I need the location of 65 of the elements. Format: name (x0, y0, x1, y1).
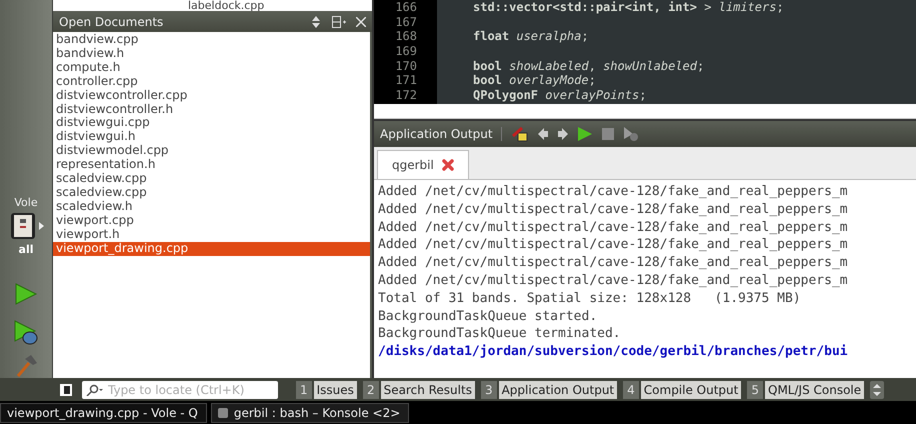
search-icon (86, 384, 104, 396)
document-item[interactable]: controller.cpp (53, 74, 370, 89)
sidebar-toggle-icon[interactable] (60, 384, 72, 396)
output-line: Added /net/cv/multispectral/cave-128/fake_and_real_peppers_m (378, 183, 849, 201)
document-item[interactable]: representation.h (53, 158, 370, 172)
clear-icon[interactable] (512, 126, 528, 142)
code-line: bool overlayMode; (473, 73, 597, 88)
output-line: Added /net/cv/multispectral/cave-128/fake_and_real_peppers_m (378, 200, 849, 219)
output-line: Added /net/cv/multispectral/cave-128/fake_and_real_peppers_m (378, 218, 849, 236)
output-path: /disks/data1/jordan/subversion/code/gerbil/branches/petr/bui (378, 343, 849, 361)
line-number: 168 (394, 29, 418, 44)
document-item[interactable]: bandview.h (53, 46, 370, 61)
document-item[interactable]: bandview.cpp (53, 33, 370, 47)
scroll-arrows-icon[interactable] (870, 380, 884, 398)
output-line: Added /net/cv/multispectral/cave-128/fake_and_real_peppers_m (378, 236, 849, 254)
build-target: all (18, 243, 34, 256)
debug-run-icon[interactable] (13, 320, 39, 346)
line-number: 171 (394, 73, 418, 88)
code-line: QPolygonF overlayPoints; (473, 88, 648, 103)
output-line: Added /net/cv/multispectral/cave-128/fake_and_real_peppers_m (378, 272, 849, 290)
document-item[interactable]: distviewcontroller.h (53, 102, 370, 116)
close-icon[interactable] (442, 159, 454, 171)
output-line: Total of 31 bands. Spatial size: 128x128 (1.9375 MB) (378, 290, 802, 308)
document-item[interactable]: distviewmodel.cpp (53, 144, 370, 158)
output-line: BackgroundTaskQueue terminated. (378, 325, 622, 344)
document-item[interactable]: scaledview.cpp (53, 172, 370, 186)
code-line: bool showLabeled, showUnlabeled; (473, 58, 706, 74)
file-combo[interactable]: labeldock.cpp (53, 0, 372, 11)
document-item[interactable]: viewport_drawing.cpp (53, 242, 370, 256)
line-number: 166 (394, 0, 418, 15)
toolbar-title: Application Output (380, 127, 502, 141)
output-line: BackgroundTaskQueue started. (378, 308, 598, 326)
run-icon[interactable] (14, 282, 38, 306)
attach-icon[interactable] (624, 127, 638, 141)
previous-icon[interactable] (538, 128, 548, 140)
line-number: 172 (394, 88, 418, 103)
tab-label: qgerbil (392, 158, 434, 172)
document-item[interactable]: viewport.h (53, 228, 370, 242)
run-icon[interactable] (578, 127, 592, 141)
sort-icon[interactable] (312, 16, 320, 28)
line-number: 167 (394, 14, 418, 30)
expand-arrow-icon (38, 222, 44, 230)
code-line: float useralpha; (473, 29, 590, 44)
document-item[interactable]: viewport.cpp (53, 214, 370, 228)
document-item[interactable]: scaledview.cpp (53, 186, 370, 200)
project-name: Vole (14, 196, 38, 209)
line-number: 169 (394, 44, 418, 59)
code-line: std::vector<std::pair<int, int> > limiters; (473, 0, 785, 15)
panel-title: Open Documents (59, 14, 164, 28)
document-item[interactable]: compute.h (53, 60, 370, 75)
line-number: 170 (394, 58, 418, 74)
split-icon[interactable] (332, 16, 346, 28)
document-item[interactable]: distviewgui.cpp (53, 116, 370, 130)
locator-field[interactable]: Type to locate (Ctrl+K) (82, 380, 278, 398)
document-item[interactable]: distviewcontroller.cpp (53, 88, 370, 103)
horizontal-scrollbar[interactable] (374, 104, 916, 119)
output-line: Added /net/cv/multispectral/cave-128/fake_and_real_peppers_m (378, 254, 849, 272)
output-tab[interactable]: qgerbil (377, 150, 469, 179)
document-item[interactable]: distviewgui.h (53, 130, 370, 144)
document-item[interactable]: scaledview.h (53, 200, 370, 214)
next-icon[interactable] (558, 128, 568, 140)
taskbar-item[interactable]: gerbil : bash – Konsole <2> (210, 402, 410, 422)
project-selector[interactable] (8, 211, 44, 241)
terminal-icon (218, 408, 228, 418)
taskbar-item[interactable]: viewport_drawing.cpp - Vole - Q (0, 402, 207, 422)
